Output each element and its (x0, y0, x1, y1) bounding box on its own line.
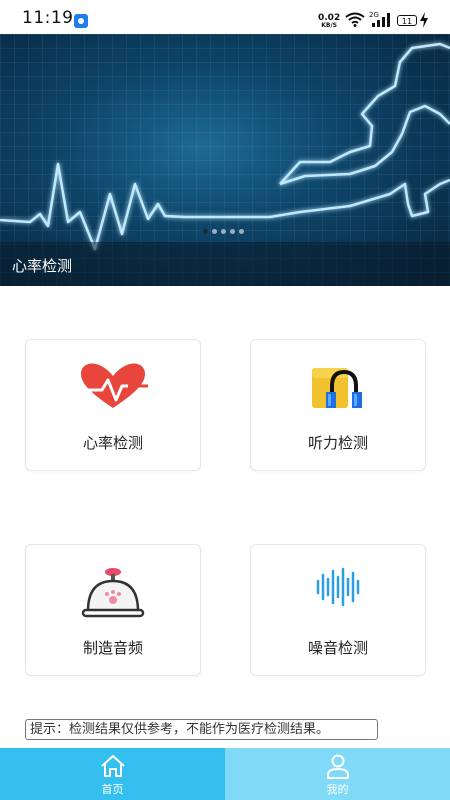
banner-carousel[interactable]: 心率检测 (0, 34, 450, 286)
carousel-dot[interactable] (230, 229, 235, 234)
carousel-dot[interactable] (212, 229, 217, 234)
carousel-dot[interactable] (203, 229, 208, 234)
battery-icon: 11 (397, 15, 417, 26)
hearing-test-label: 听力检测 (307, 434, 368, 452)
carousel-dot[interactable] (221, 229, 226, 234)
heart-rate-card[interactable]: 心率检测 (25, 339, 201, 471)
heart-rate-icon (81, 363, 148, 408)
network-speed-unit: KB/S (321, 22, 337, 29)
sound-wave-icon (316, 567, 360, 607)
hearing-test-card[interactable]: 听力检测 (250, 339, 426, 471)
bottom-navigation: 首页 我的 (0, 748, 450, 800)
make-audio-card[interactable]: 制造音频 (25, 544, 201, 676)
carousel-dot[interactable] (239, 229, 244, 234)
noise-test-label: 噪音检测 (307, 639, 368, 657)
tab-mine[interactable]: 我的 (225, 748, 450, 800)
tab-mine-label: 我的 (326, 783, 349, 796)
bell-icon (81, 568, 145, 618)
app-notification-icon (74, 14, 88, 28)
carousel-indicator[interactable] (203, 229, 244, 234)
status-time: 11:19 (22, 8, 74, 28)
disclaimer-tip: 提示：检测结果仅供参考，不能作为医疗检测结果。 (25, 719, 378, 740)
banner-caption: 心率检测 (12, 257, 73, 275)
home-icon (100, 755, 125, 777)
noise-test-card[interactable]: 噪音检测 (250, 544, 426, 676)
heart-rate-label: 心率检测 (82, 434, 143, 452)
tab-home-label: 首页 (101, 783, 124, 796)
charging-icon (420, 12, 428, 28)
make-audio-label: 制造音频 (82, 639, 143, 657)
wifi-icon (345, 12, 365, 27)
status-bar: 11:19 0.02 KB/S 2G 11 (0, 0, 450, 34)
tab-home[interactable]: 首页 (0, 748, 225, 800)
signal-icon (372, 13, 390, 27)
user-icon (326, 754, 349, 779)
headphones-icon (312, 368, 362, 408)
network-speed: 0.02 KB/S (318, 14, 340, 30)
